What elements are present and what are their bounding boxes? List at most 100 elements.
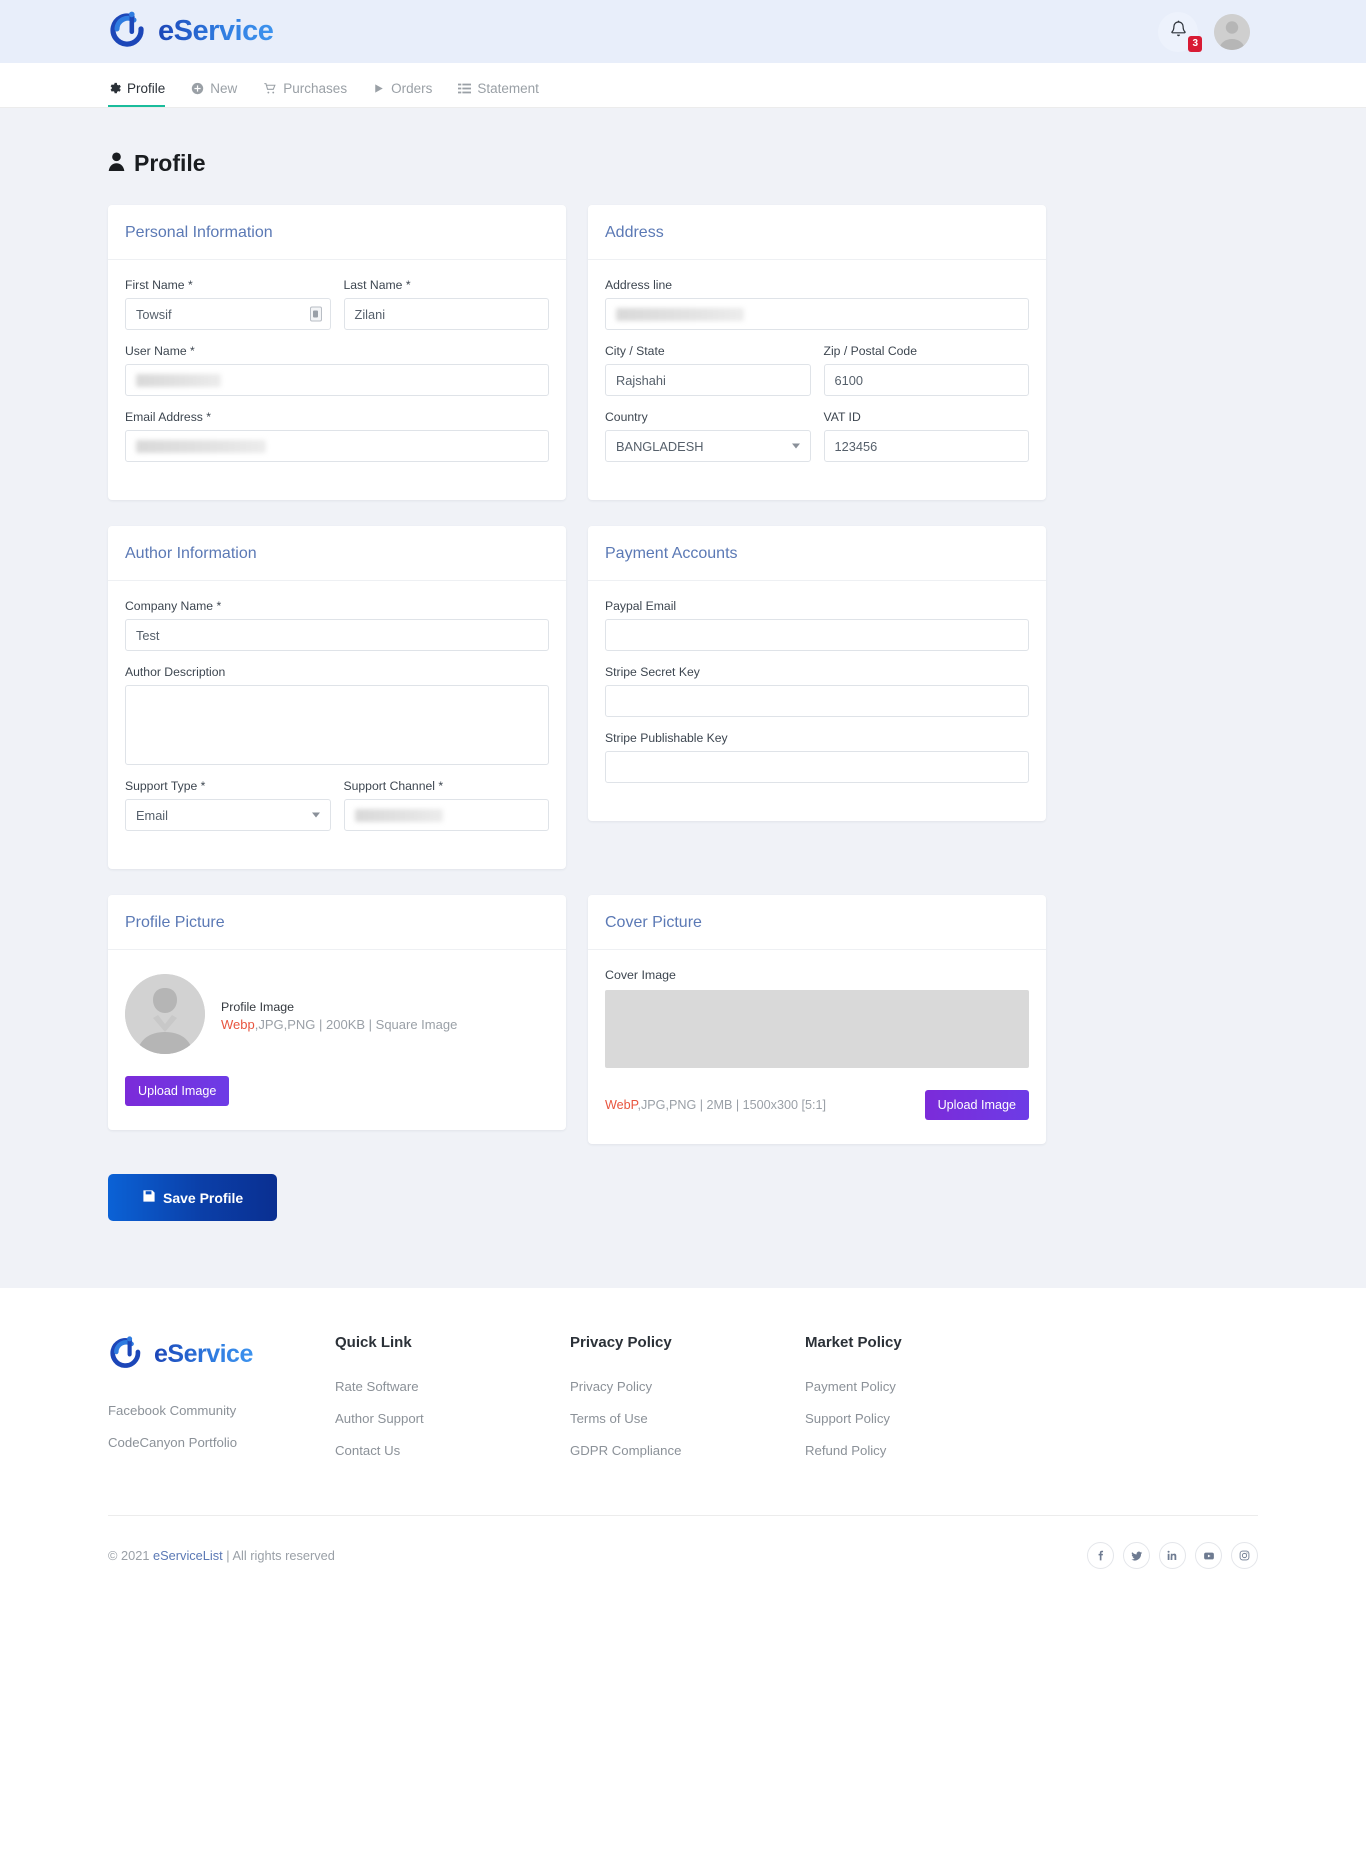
paypal-email-input[interactable] bbox=[605, 619, 1029, 651]
footer-column-privacy-policy: Privacy Policy Privacy Policy Terms of U… bbox=[570, 1334, 805, 1475]
card-author-information: Author Information Company Name * Test A… bbox=[108, 526, 566, 869]
footer-link-support-policy[interactable]: Support Policy bbox=[805, 1411, 1258, 1426]
field-label: Support Channel * bbox=[343, 779, 444, 793]
tab-orders[interactable]: Orders bbox=[373, 81, 444, 107]
tab-new[interactable]: New bbox=[191, 81, 249, 107]
social-links bbox=[1087, 1542, 1258, 1569]
card-heading: Author Information bbox=[108, 526, 566, 581]
play-icon bbox=[373, 82, 385, 95]
spec-rest: ,JPG,PNG | 2MB | 1500x300 [5:1] bbox=[637, 1098, 826, 1112]
field-value: Test bbox=[136, 627, 160, 643]
twitter-icon[interactable] bbox=[1123, 1542, 1150, 1569]
field-label: Company Name * bbox=[125, 599, 222, 613]
field-vat-id: VAT ID 123456 bbox=[823, 410, 1029, 462]
field-country: Country BANGLADESH bbox=[605, 410, 811, 462]
card-heading: Cover Picture bbox=[588, 895, 1046, 950]
footer-link-facebook-community[interactable]: Facebook Community bbox=[108, 1403, 335, 1418]
field-stripe-publishable-key: Stripe Publishable Key bbox=[605, 731, 1029, 783]
footer-link-refund-policy[interactable]: Refund Policy bbox=[805, 1443, 1258, 1458]
facebook-icon[interactable] bbox=[1087, 1542, 1114, 1569]
top-bar: eService 3 bbox=[0, 0, 1366, 63]
tab-label: Orders bbox=[391, 81, 433, 96]
tab-purchases[interactable]: Purchases bbox=[263, 81, 359, 107]
card-address: Address Address line City / State Rajsha… bbox=[588, 205, 1046, 500]
zip-input[interactable]: 6100 bbox=[823, 364, 1029, 396]
footer-brand[interactable]: eService bbox=[108, 1334, 335, 1375]
footer-link-terms-of-use[interactable]: Terms of Use bbox=[570, 1411, 805, 1426]
upload-cover-image-button[interactable]: Upload Image bbox=[924, 1090, 1029, 1120]
bell-icon bbox=[1170, 20, 1187, 44]
support-type-select[interactable]: Email bbox=[125, 799, 331, 831]
field-label: Address line bbox=[605, 278, 673, 292]
cart-icon bbox=[263, 82, 277, 95]
eservice-logo-icon bbox=[108, 1334, 148, 1375]
field-label: Country bbox=[605, 410, 648, 424]
footer-link-gdpr-compliance[interactable]: GDPR Compliance bbox=[570, 1443, 805, 1458]
vat-id-input[interactable]: 123456 bbox=[823, 430, 1029, 462]
field-support-type: Support Type * Email bbox=[125, 779, 331, 831]
author-description-textarea[interactable] bbox=[125, 685, 549, 765]
notifications-button[interactable]: 3 bbox=[1158, 11, 1202, 52]
brand-logo[interactable]: eService bbox=[108, 9, 274, 54]
field-address-line: Address line bbox=[605, 278, 1029, 330]
avatar[interactable] bbox=[1214, 13, 1250, 50]
card-body: First Name * Towsif Last Name * Zilani U… bbox=[108, 260, 566, 500]
footer-link-codecanyon-portfolio[interactable]: CodeCanyon Portfolio bbox=[108, 1435, 335, 1450]
eservice-logo-icon bbox=[108, 9, 152, 54]
field-label: Paypal Email bbox=[605, 599, 677, 613]
country-select[interactable]: BANGLADESH bbox=[605, 430, 811, 462]
footer-link-author-support[interactable]: Author Support bbox=[335, 1411, 570, 1426]
field-label: City / State bbox=[605, 344, 665, 358]
stripe-secret-key-input[interactable] bbox=[605, 685, 1029, 717]
upload-profile-image-button[interactable]: Upload Image bbox=[125, 1076, 230, 1106]
footer-columns: eService Facebook Community CodeCanyon P… bbox=[108, 1334, 1258, 1515]
card-heading: Payment Accounts bbox=[588, 526, 1046, 581]
footer-link-rate-software[interactable]: Rate Software bbox=[335, 1379, 570, 1394]
first-name-input[interactable]: Towsif bbox=[125, 298, 331, 330]
tab-statement[interactable]: Statement bbox=[458, 81, 551, 107]
field-label: Author Description bbox=[125, 665, 226, 679]
cards-grid: Personal Information First Name * Towsif… bbox=[108, 205, 1258, 1144]
tab-profile[interactable]: Profile bbox=[108, 81, 177, 107]
cover-image-preview bbox=[605, 990, 1029, 1068]
footer-link-privacy-policy[interactable]: Privacy Policy bbox=[570, 1379, 805, 1394]
instagram-icon[interactable] bbox=[1231, 1542, 1258, 1569]
linkedin-icon[interactable] bbox=[1159, 1542, 1186, 1569]
stripe-publishable-key-input[interactable] bbox=[605, 751, 1029, 783]
tab-label: Statement bbox=[477, 81, 539, 96]
field-user-name: User Name * bbox=[125, 344, 549, 396]
profile-image-meta: Profile Image Webp,JPG,PNG | 200KB | Squ… bbox=[221, 974, 457, 1032]
support-channel-input[interactable] bbox=[343, 799, 549, 831]
company-name-input[interactable]: Test bbox=[125, 619, 549, 651]
address-line-input[interactable] bbox=[605, 298, 1029, 330]
city-input[interactable]: Rajshahi bbox=[605, 364, 811, 396]
footer-link-payment-policy[interactable]: Payment Policy bbox=[805, 1379, 1258, 1394]
footer-link-contact-us[interactable]: Contact Us bbox=[335, 1443, 570, 1458]
field-label: VAT ID bbox=[823, 410, 861, 424]
field-company-name: Company Name * Test bbox=[125, 599, 549, 651]
card-heading: Personal Information bbox=[108, 205, 566, 260]
footer-column-heading: Privacy Policy bbox=[570, 1334, 672, 1351]
cover-image-specs: WebP,JPG,PNG | 2MB | 1500x300 [5:1] bbox=[605, 1098, 826, 1112]
card-body: Address line City / State Rajshahi Zip /… bbox=[588, 260, 1046, 500]
name-row: First Name * Towsif Last Name * Zilani bbox=[125, 278, 549, 344]
save-profile-button[interactable]: Save Profile bbox=[108, 1174, 278, 1221]
copyright-brand-link[interactable]: eServiceList bbox=[153, 1548, 223, 1563]
spec-rest: ,JPG,PNG | 200KB | Square Image bbox=[254, 1017, 458, 1032]
field-label: Last Name * bbox=[343, 278, 411, 292]
save-icon bbox=[142, 1189, 156, 1206]
user-name-input[interactable] bbox=[125, 364, 549, 396]
field-value: Email bbox=[136, 807, 168, 823]
user-avatar-icon bbox=[125, 974, 205, 1054]
copyright-text: © 2021 eServiceList | All rights reserve… bbox=[108, 1548, 335, 1563]
copyright-prefix: © 2021 bbox=[108, 1548, 154, 1563]
list-icon bbox=[458, 82, 472, 95]
field-label: Zip / Postal Code bbox=[823, 344, 917, 358]
youtube-icon[interactable] bbox=[1195, 1542, 1222, 1569]
email-input[interactable] bbox=[125, 430, 549, 462]
last-name-input[interactable]: Zilani bbox=[343, 298, 549, 330]
password-manager-icon[interactable] bbox=[309, 306, 322, 322]
save-profile-label: Save Profile bbox=[163, 1189, 244, 1206]
redacted-value bbox=[616, 307, 744, 321]
city-zip-row: City / State Rajshahi Zip / Postal Code … bbox=[605, 344, 1029, 410]
